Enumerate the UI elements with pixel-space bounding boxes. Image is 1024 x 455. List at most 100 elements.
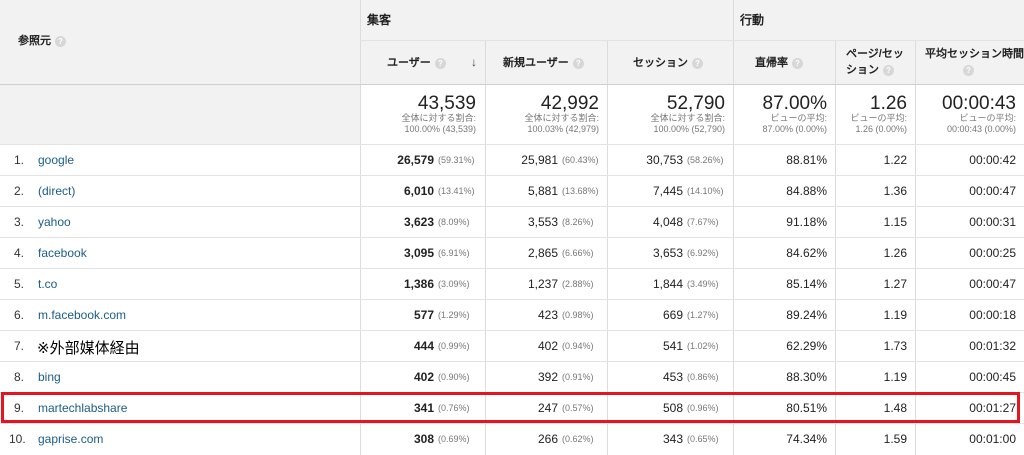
sort-descending-icon[interactable]: ↓ bbox=[471, 55, 477, 69]
bounce-value: 89.24% bbox=[786, 308, 827, 322]
pages-value: 1.27 bbox=[883, 277, 907, 291]
sessions-percent: (58.26%) bbox=[687, 155, 724, 165]
users-value: 3,623 bbox=[403, 215, 434, 229]
total-sessions-detail: 100.00% (52,790) bbox=[653, 124, 725, 134]
pages-value: 1.19 bbox=[883, 370, 907, 384]
sessions-value: 3,653 bbox=[652, 246, 683, 260]
totals-label-cell bbox=[0, 84, 360, 144]
users-percent: (3.09%) bbox=[438, 279, 470, 289]
new-users-column-header[interactable]: 新規ユーザー? bbox=[503, 55, 584, 71]
source-link[interactable]: facebook bbox=[38, 246, 87, 260]
help-icon[interactable]: ? bbox=[792, 57, 803, 69]
bounce-value: 80.51% bbox=[786, 401, 827, 415]
sessions-percent: (0.96%) bbox=[687, 403, 719, 413]
pages-value: 1.59 bbox=[883, 432, 907, 446]
source-link[interactable]: bing bbox=[38, 370, 61, 384]
users-percent: (59.31%) bbox=[438, 155, 475, 165]
help-icon[interactable]: ? bbox=[692, 57, 703, 69]
total-pages-detail: 1.26 (0.00%) bbox=[855, 124, 907, 134]
row-number: 6. bbox=[14, 308, 25, 322]
help-icon[interactable]: ? bbox=[963, 64, 974, 76]
duration-value: 00:01:27 bbox=[969, 401, 1016, 415]
help-icon[interactable]: ? bbox=[55, 35, 66, 47]
pages-value: 1.22 bbox=[883, 153, 907, 167]
new-users-percent: (13.68%) bbox=[562, 186, 599, 196]
source-column-header[interactable]: 参照元? bbox=[18, 33, 66, 49]
new-users-value: 392 bbox=[537, 370, 558, 384]
bounce-value: 91.18% bbox=[786, 215, 827, 229]
pages-column-header[interactable]: ページ/セッ ション? bbox=[846, 46, 904, 78]
new-users-value: 2,865 bbox=[527, 246, 558, 260]
total-duration-caption: ビューの平均: bbox=[959, 113, 1016, 123]
users-percent: (6.91%) bbox=[438, 248, 470, 258]
sessions-percent: (7.67%) bbox=[687, 217, 719, 227]
sessions-column-header[interactable]: セッション? bbox=[633, 55, 703, 71]
pages-value: 1.36 bbox=[883, 184, 907, 198]
sessions-value: 7,445 bbox=[652, 184, 683, 198]
pages-column-label-line2: ション bbox=[846, 64, 879, 76]
total-users-caption: 全体に対する割合: bbox=[401, 113, 476, 123]
users-value: 308 bbox=[413, 432, 434, 446]
row-number: 9. bbox=[14, 401, 25, 415]
new-users-value: 25,981 bbox=[521, 153, 558, 167]
total-new-users-detail: 100.03% (42,979) bbox=[527, 124, 599, 134]
source-link[interactable]: gaprise.com bbox=[38, 432, 103, 446]
sessions-percent: (0.86%) bbox=[687, 372, 719, 382]
users-value: 1,386 bbox=[403, 277, 434, 291]
total-users-detail: 100.00% (43,539) bbox=[404, 124, 476, 134]
source-link[interactable]: m.facebook.com bbox=[38, 308, 126, 322]
pages-value: 1.26 bbox=[883, 246, 907, 260]
bounce-column-label: 直帰率 bbox=[755, 57, 788, 69]
users-value: 577 bbox=[413, 308, 434, 322]
duration-value: 00:00:31 bbox=[969, 215, 1016, 229]
total-pages-caption: ビューの平均: bbox=[850, 113, 907, 123]
source-link[interactable]: google bbox=[38, 153, 74, 167]
users-percent: (0.76%) bbox=[438, 403, 470, 413]
source-link[interactable]: (direct) bbox=[38, 184, 75, 198]
total-duration-detail: 00:00:43 (0.00%) bbox=[946, 124, 1016, 134]
new-users-percent: (0.94%) bbox=[562, 341, 594, 351]
row-number: 7. bbox=[14, 339, 25, 353]
total-sessions: 52,790 bbox=[666, 93, 725, 114]
users-percent: (0.99%) bbox=[438, 341, 470, 351]
behavior-group-label: 行動 bbox=[740, 13, 765, 27]
duration-value: 00:00:47 bbox=[969, 184, 1016, 198]
bounce-column-header[interactable]: 直帰率? bbox=[755, 55, 803, 71]
new-users-percent: (0.62%) bbox=[562, 434, 594, 444]
sessions-value: 508 bbox=[662, 401, 683, 415]
pages-value: 1.15 bbox=[883, 215, 907, 229]
users-column-header[interactable]: ユーザー? bbox=[387, 55, 446, 71]
help-icon[interactable]: ? bbox=[572, 57, 584, 69]
sessions-percent: (0.65%) bbox=[687, 434, 719, 444]
sessions-value: 4,048 bbox=[652, 215, 683, 229]
new-users-value: 3,553 bbox=[527, 215, 558, 229]
bounce-value: 62.29% bbox=[786, 339, 827, 353]
pages-value: 1.73 bbox=[883, 339, 907, 353]
new-users-percent: (2.88%) bbox=[562, 279, 594, 289]
help-icon[interactable]: ? bbox=[883, 64, 894, 76]
new-users-percent: (0.57%) bbox=[562, 403, 594, 413]
bounce-value: 84.62% bbox=[786, 246, 827, 260]
new-users-value: 5,881 bbox=[527, 184, 558, 198]
bounce-value: 88.81% bbox=[786, 153, 827, 167]
users-percent: (13.41%) bbox=[438, 186, 475, 196]
sessions-percent: (14.10%) bbox=[687, 186, 724, 196]
sessions-column-label: セッション bbox=[633, 57, 688, 69]
avg-duration-column-header[interactable]: 平均セッション時間 ? bbox=[925, 46, 1024, 78]
users-percent: (0.90%) bbox=[438, 372, 470, 382]
sessions-value: 343 bbox=[662, 432, 683, 446]
sessions-percent: (1.27%) bbox=[687, 310, 719, 320]
new-users-percent: (6.66%) bbox=[562, 248, 594, 258]
total-new-users: 42,992 bbox=[540, 93, 599, 114]
row-number: 8. bbox=[14, 370, 25, 384]
users-value: 444 bbox=[413, 339, 434, 353]
source-link[interactable]: martechlabshare bbox=[38, 401, 127, 415]
new-users-column-label: 新規ユーザー bbox=[503, 57, 569, 69]
source-link[interactable]: t.co bbox=[38, 277, 57, 291]
source-link[interactable]: yahoo bbox=[38, 215, 71, 229]
help-icon[interactable]: ? bbox=[434, 57, 446, 69]
new-users-percent: (60.43%) bbox=[562, 155, 599, 165]
new-users-percent: (0.91%) bbox=[562, 372, 594, 382]
new-users-value: 247 bbox=[537, 401, 558, 415]
row-number: 2. bbox=[14, 184, 25, 198]
